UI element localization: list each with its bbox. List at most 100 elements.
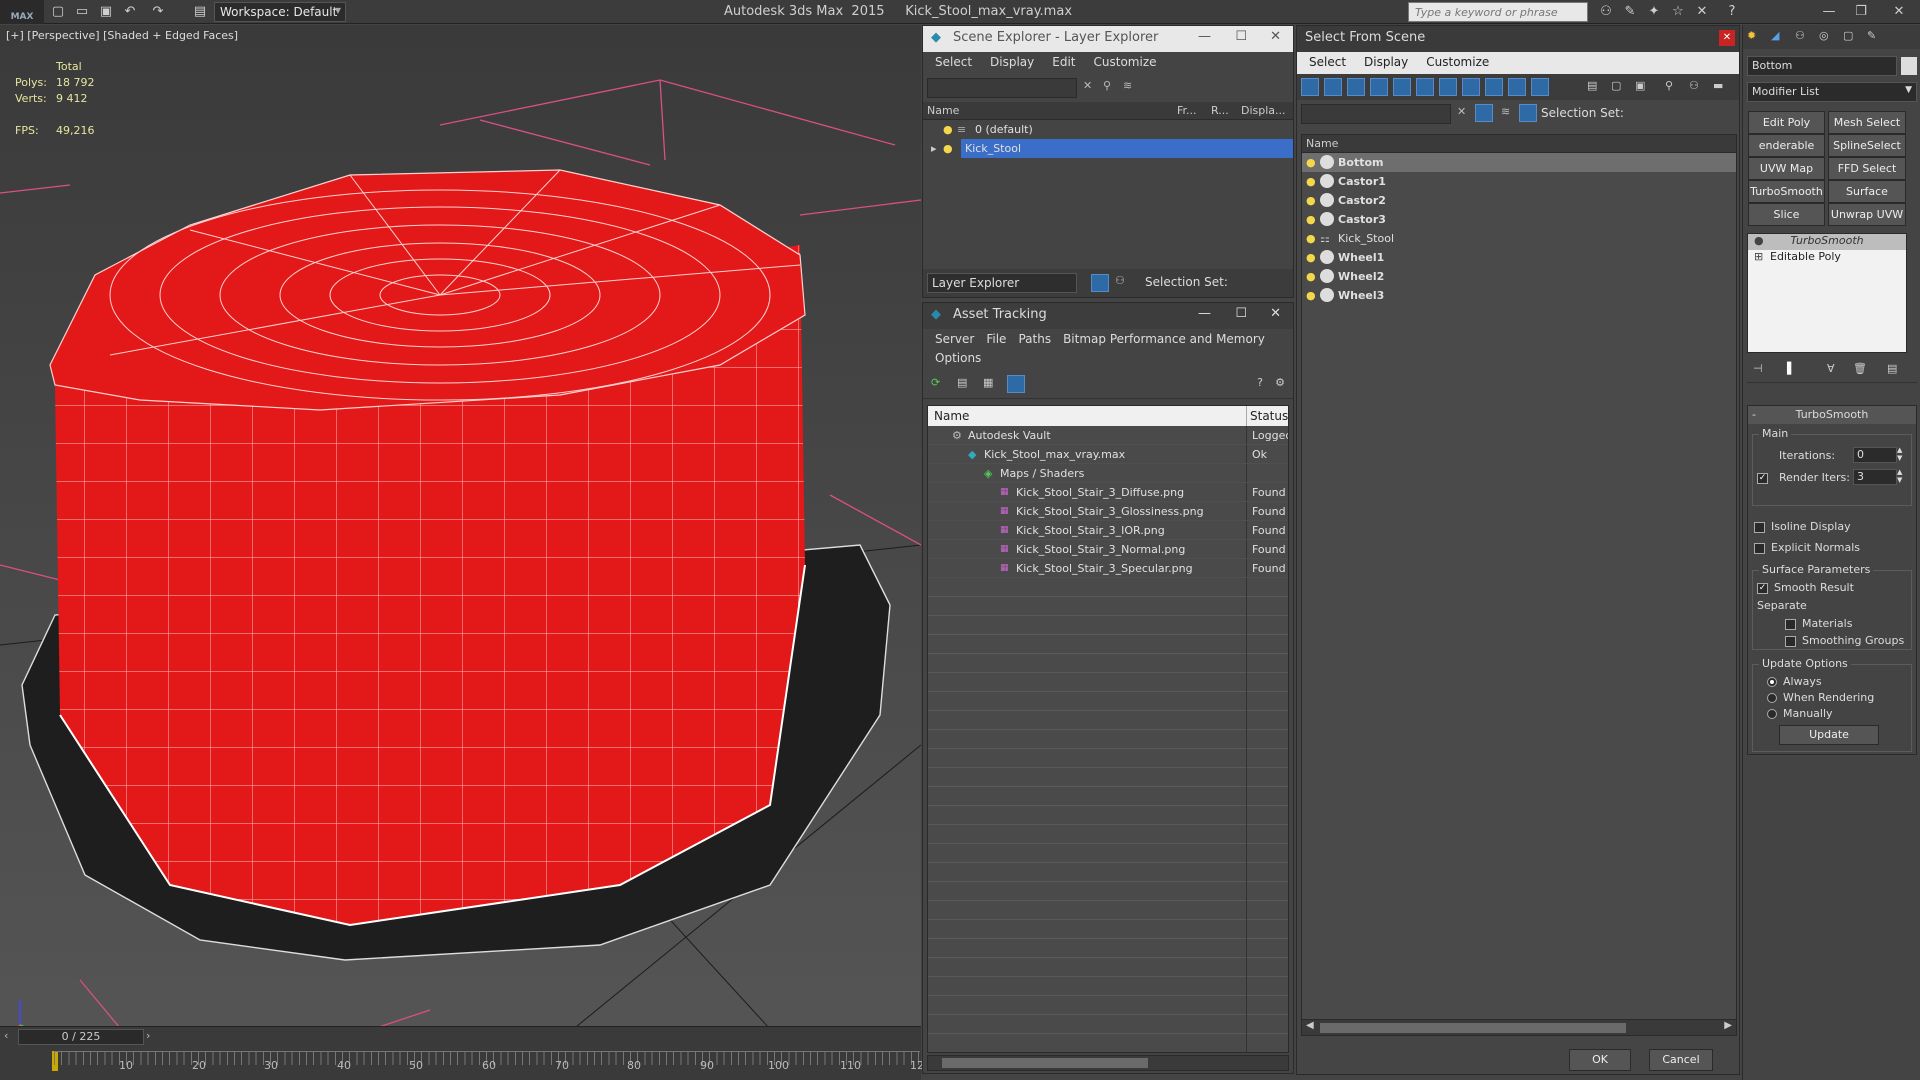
menu-customize[interactable]: Customize [1094,55,1157,71]
minimize-icon[interactable]: — [1198,306,1211,321]
favorites-icon[interactable]: ☆ [1670,4,1686,20]
close-icon[interactable]: ✕ [1884,2,1914,22]
rollout-header[interactable]: - TurboSmooth [1748,406,1916,424]
iterations-spinner[interactable]: 0 [1853,447,1897,463]
kick-stool-mesh[interactable] [21,169,891,961]
prev-frame-icon[interactable]: ‹ [4,1029,8,1042]
make-unique-icon[interactable]: ∀ [1827,362,1835,375]
display-bones-icon[interactable] [1485,78,1503,96]
asset-row[interactable]: ▦ Kick_Stool_Stair_3_Normal.png Found [928,540,1288,559]
open-file-icon[interactable]: ▭ [74,4,90,20]
configure-sets-icon[interactable]: ▤ [1887,362,1897,375]
time-slider[interactable]: 0 / 225 [18,1029,144,1045]
spline-select-button[interactable]: SplineSelect [1828,134,1906,157]
menu-paths[interactable]: Paths [1018,332,1051,348]
layer-mode-icon[interactable] [1091,274,1109,292]
filter-active-icon[interactable] [1475,104,1493,122]
renderable-spline-button[interactable]: enderable Splir [1748,134,1825,157]
scene-search-input[interactable] [927,78,1077,98]
show-end-result-icon[interactable]: ▌ [1787,362,1795,375]
spinner-arrows-icon[interactable]: ▲ ▼ [1897,468,1902,484]
hierarchy-icon[interactable]: ⚇ [1689,79,1699,92]
maximize-icon[interactable]: ☐ [1235,306,1247,321]
new-file-icon[interactable]: ▢ [50,4,66,20]
ok-button[interactable]: OK [1569,1049,1631,1071]
display-tab-icon[interactable]: ▢ [1843,29,1853,42]
minimize-icon[interactable]: — [1198,29,1211,44]
table-view-icon[interactable] [1007,375,1025,393]
restore-icon[interactable]: ❐ [1846,2,1876,22]
refresh-icon[interactable]: ⟳ [931,376,940,389]
uvw-map-button[interactable]: UVW Map [1748,157,1825,180]
scroll-left-icon[interactable]: ◀ [1306,1020,1314,1031]
menu-customize[interactable]: Customize [1426,55,1489,71]
col-name[interactable]: Name [1306,137,1338,150]
timeline[interactable]: ‹ 0 / 225 › 10 20 30 40 50 60 70 80 90 1… [0,1026,924,1080]
app-logo[interactable]: MAX [0,0,44,24]
clear-icon[interactable]: ✕ [1083,79,1092,92]
object-color-swatch[interactable] [1901,57,1917,75]
spinner-arrows-icon[interactable]: ▲ ▼ [1897,446,1902,462]
select-from-scene-titlebar[interactable]: Select From Scene ✕ [1297,26,1739,52]
menu-options[interactable]: Options [935,351,981,368]
isoline-checkbox[interactable]: Isoline Display [1754,520,1851,533]
search-input[interactable]: Type a keyword or phrase [1408,2,1588,22]
modify-tab-icon[interactable]: ◢ [1771,29,1779,42]
perspective-viewport[interactable]: [+] [Perspective] [Shaded + Edged Faces]… [0,25,921,1040]
layers-icon[interactable]: ≋ [1123,79,1132,92]
bulb-icon[interactable]: ● [1306,210,1316,229]
layer-explorer-dropdown[interactable]: Layer Explorer [927,273,1077,293]
bulb-icon[interactable]: ● [1754,234,1764,247]
when-rendering-radio[interactable]: When Rendering [1767,691,1874,704]
display-groups-icon[interactable] [1439,78,1457,96]
select-none-icon[interactable]: ▢ [1611,79,1621,92]
scene-search-input[interactable] [1301,104,1451,124]
project-icon[interactable]: ▤ [192,4,208,20]
stack-item-selected[interactable]: ● TurboSmooth [1748,234,1906,250]
select-invert-icon[interactable]: ▣ [1635,79,1645,92]
asset-tracking-titlebar[interactable]: ◆ Asset Tracking — ☐ ✕ [923,303,1293,329]
col-freeze[interactable]: Fr... [1177,104,1197,117]
help-icon[interactable]: ? [1724,4,1740,20]
materials-checkbox[interactable]: Materials [1785,617,1852,630]
expand-icon[interactable]: ▸ [931,139,937,158]
object-row[interactable]: ● Wheel1 [1302,248,1736,267]
layers-icon[interactable]: ≋ [1501,105,1510,118]
select-all-icon[interactable]: ▤ [1587,79,1597,92]
cancel-button[interactable]: Cancel [1649,1049,1713,1071]
col-status[interactable]: Status [1250,409,1288,423]
bulb-icon[interactable]: ● [1306,191,1316,210]
smooth-result-checkbox[interactable]: ✓ Smooth Result [1757,581,1854,594]
asset-row[interactable]: ▦ Kick_Stool_Stair_3_Diffuse.png Found [928,483,1288,502]
clear-icon[interactable]: ✕ [1457,105,1466,118]
exchange-icon[interactable]: ✕ [1694,4,1710,20]
display-cameras-icon[interactable] [1370,78,1388,96]
asset-row[interactable]: ◆ Kick_Stool_max_vray.max Ok [928,445,1288,464]
asset-row[interactable]: ▦ Kick_Stool_Stair_3_IOR.png Found [928,521,1288,540]
hierarchy-tab-icon[interactable]: ⚇ [1795,29,1805,42]
object-row[interactable]: ● Wheel2 [1302,267,1736,286]
bulb-icon[interactable]: ● [1306,267,1316,286]
bulb-icon[interactable]: ● [1306,172,1316,191]
mesh-select-button[interactable]: Mesh Select [1828,111,1906,134]
slice-button[interactable]: Slice [1748,203,1825,226]
workspace-dropdown[interactable]: Workspace: Default ▼ [214,2,346,22]
horizontal-scrollbar[interactable] [927,1055,1289,1071]
surface-select-button[interactable]: Surface Select [1828,180,1906,219]
close-icon[interactable]: ✕ [1270,29,1281,44]
thumbnail-view-icon[interactable]: ▦ [983,376,993,389]
maximize-icon[interactable]: ☐ [1235,29,1247,44]
scrollbar-thumb[interactable] [942,1058,1148,1068]
viewport-label[interactable]: [+] [Perspective] [Shaded + Edged Faces] [6,29,238,42]
menu-select[interactable]: Select [935,55,972,71]
render-iters-spinner[interactable]: 3 [1853,469,1897,485]
object-row[interactable]: ● ⚏ Kick_Stool [1302,229,1736,248]
close-icon[interactable]: ✕ [1270,306,1281,321]
update-button[interactable]: Update [1779,725,1879,745]
options-icon[interactable]: ▬ [1713,79,1723,92]
create-tab-icon[interactable]: ✹ [1747,29,1756,42]
menu-server[interactable]: Server [935,332,974,348]
scroll-right-icon[interactable]: ▶ [1724,1020,1732,1031]
edit-poly-button[interactable]: Edit Poly [1748,111,1825,134]
display-xrefs-icon[interactable] [1462,78,1480,96]
